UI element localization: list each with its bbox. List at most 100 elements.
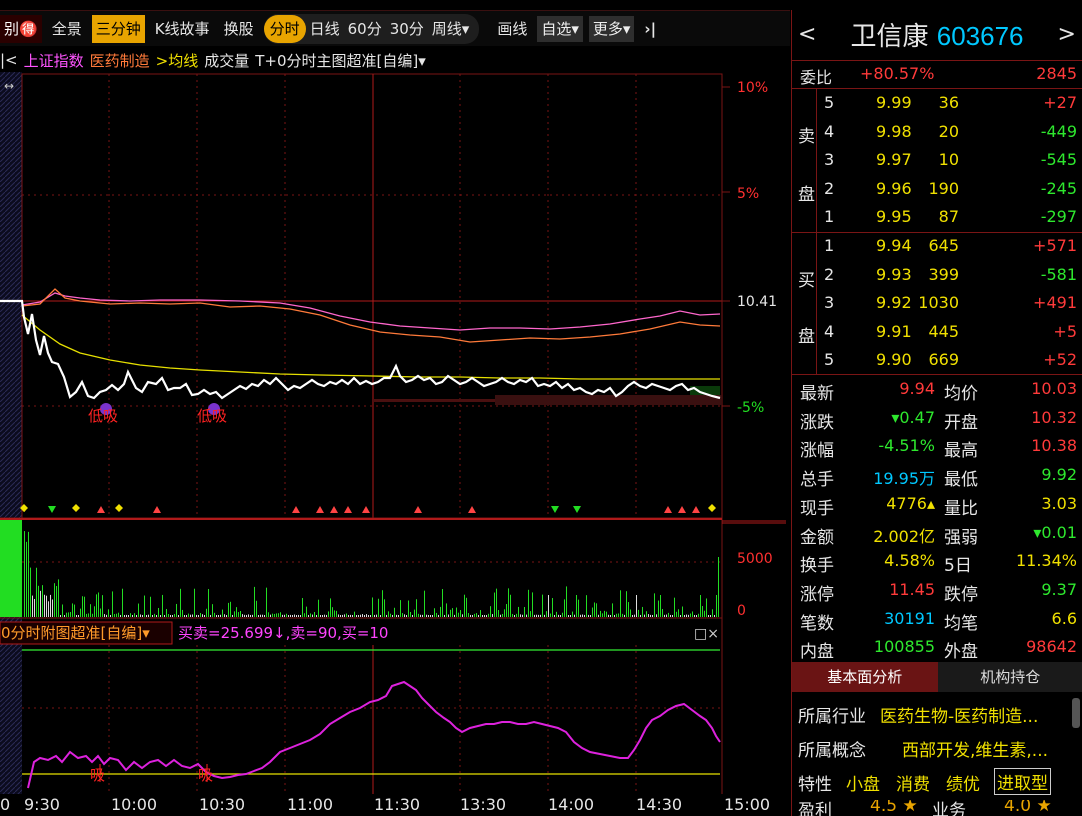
overlay-volume[interactable]: 成交量 <box>204 50 249 71</box>
overlay-sector[interactable]: 医药制造 <box>90 50 150 71</box>
buy-level-row[interactable]: 4 9.91 445 +5 <box>792 318 1082 347</box>
svg-text:15:00: 15:00 <box>724 795 770 814</box>
buy-level-row[interactable]: 2 9.93 399 -581 <box>792 261 1082 290</box>
buy-level-row[interactable]: 3 9.92 1030 +491 <box>792 289 1082 318</box>
sell-level-row[interactable]: 5 9.99 36 +27 <box>792 89 1082 118</box>
buy-level: 5 <box>824 350 835 370</box>
stat-value: 4776▴ <box>886 493 935 513</box>
sell-change: +27 <box>1043 93 1077 112</box>
buy-level: 3 <box>824 293 835 313</box>
stat-label: 量比 <box>944 498 978 519</box>
buy-level-row[interactable]: 5 9.90 669 +52 <box>792 346 1082 375</box>
time-axis: 0 9:30 10:00 10:30 11:00 11:30 13:30 14:… <box>0 795 770 814</box>
pink-index-line <box>21 292 721 331</box>
stat-label: 最新 <box>800 384 834 404</box>
sell-price: 9.96 <box>876 178 912 198</box>
stat-label: 5日 <box>944 556 972 577</box>
stock-name: 卫信康 <box>850 21 929 52</box>
stat-value: ▾0.47 <box>891 407 935 427</box>
stat-value: 2.002亿 <box>873 526 935 546</box>
sell-level: 5 <box>824 93 835 112</box>
tab-daily[interactable]: 日线 <box>306 15 344 43</box>
buy-change: +491 <box>1033 293 1077 313</box>
sell-level-row[interactable]: 4 9.98 20 -449 <box>792 118 1082 147</box>
sell-level: 3 <box>824 150 835 170</box>
buy-level: 1 <box>824 236 835 255</box>
sell-change: -245 <box>1040 178 1077 198</box>
sell-change: -545 <box>1040 150 1077 170</box>
overlay-bar: |< 上证指数 医药制造 >均线 成交量 T+0分时主图超准[自编]▾ <box>0 47 790 73</box>
period-group: 分时 日线 60分 30分 周线▾ <box>263 13 480 44</box>
quote-sidebar: < 卫信康 603676 > 委比 +80.57% 2845 5 9.99 36 +2… <box>791 10 1082 816</box>
sub-indicator-values: 买卖=25.699↓,卖=90,买=10 <box>178 624 388 642</box>
sell-volume: 87 <box>938 207 959 227</box>
tab-fundamentals[interactable]: 基本面分析 <box>792 662 938 692</box>
sub-panel-close-icon[interactable]: □× <box>694 626 719 642</box>
stat-label: 最高 <box>944 441 978 462</box>
svg-text:0: 0 <box>0 795 10 814</box>
tb-three-minutes[interactable]: 三分钟 <box>91 14 145 43</box>
overlay-index[interactable]: 上证指数 <box>24 50 84 71</box>
expand-arrow-icon[interactable]: ↔ <box>4 79 14 93</box>
stat-row: 总手 19.95万 最低 9.92 <box>792 461 1082 490</box>
stat-row: 金额 2.002亿 强弱 ▾0.01 <box>792 519 1082 548</box>
main-panel-grid <box>21 73 730 794</box>
tb-kline-story[interactable]: K线故事 <box>151 15 214 43</box>
axis-pct-down5: -5% <box>737 400 764 416</box>
main-indicator-dropdown[interactable]: T+0分时主图超准[自编]▾ <box>255 50 426 71</box>
tb-collapse-icon[interactable]: ›| <box>640 15 660 43</box>
stat-value: 11.45 <box>889 579 935 599</box>
overlay-ma[interactable]: >均线 <box>156 50 199 71</box>
tab-intraday[interactable]: 分时 <box>263 14 306 43</box>
traits-row: 特性 小盘 消费 绩优 进取型 <box>792 766 1082 798</box>
buy-change: +571 <box>1033 236 1077 255</box>
buy-volume: 645 <box>928 236 959 255</box>
stock-code: 603676 <box>936 20 1024 51</box>
tab-weekly[interactable]: 周线▾ <box>428 15 474 43</box>
tb-item-0[interactable]: 别🉐 <box>0 14 42 43</box>
sell-volume: 36 <box>938 93 959 112</box>
sell-price: 9.97 <box>876 150 912 170</box>
trait-aggressive: 进取型 <box>994 768 1051 795</box>
stat-label: 均笔 <box>944 613 978 634</box>
buy-level-row[interactable]: 1 9.94 645 +571 <box>792 232 1082 261</box>
stat-label: 涨跌 <box>800 412 834 433</box>
sell-level-row[interactable]: 1 9.95 87 -297 <box>792 203 1082 232</box>
svg-text:13:30: 13:30 <box>460 795 506 814</box>
tb-watchlist-dropdown[interactable]: 自选▾ <box>537 15 583 42</box>
svg-text:14:30: 14:30 <box>636 795 682 814</box>
rating-profit-value: 4.5 ★ <box>870 800 918 816</box>
ratio-label: 委比 <box>800 68 833 87</box>
sub-indicator-dropdown[interactable]: 0分时附图超准[自编]▾ <box>1 624 150 642</box>
prev-stock-icon[interactable]: < <box>798 22 816 47</box>
tb-switch-stock[interactable]: 换股 <box>220 15 258 43</box>
tb-more-dropdown[interactable]: 更多▾ <box>588 15 635 42</box>
rating-row: 盈利 4.5 ★ 业务 4.0 ★ <box>792 800 1082 816</box>
stat-label: 跌停 <box>944 584 978 605</box>
tab-institutions[interactable]: 机构持仓 <box>937 662 1082 692</box>
sell-level-row[interactable]: 2 9.96 190 -245 <box>792 175 1082 204</box>
industry-row: 所属行业 医药生物-医药制造... <box>792 698 1082 730</box>
tb-draw-line[interactable]: 画线 <box>493 15 531 43</box>
rating-business-value: 4.0 ★ <box>1004 800 1052 816</box>
next-stock-icon[interactable]: > <box>1058 22 1076 47</box>
sub-buy-label-1: 吸 <box>90 766 105 784</box>
sub-buy-label-2: 吸 <box>198 766 213 784</box>
nav-first-icon[interactable]: |< <box>0 51 18 69</box>
stat-label: 内盘 <box>800 642 834 663</box>
chart-area[interactable]: ↔ 10% 5% 10.41 -5% 低吸 低吸 5000 0 0分时附图超准[… <box>0 72 790 816</box>
industry-value[interactable]: 医药生物-医药制造... <box>880 702 1038 727</box>
stat-row: 涨跌 ▾0.47 开盘 10.32 <box>792 404 1082 433</box>
axis-pct-up5: 5% <box>737 186 759 202</box>
sell-volume: 20 <box>938 121 959 141</box>
sell-level-row[interactable]: 3 9.97 10 -545 <box>792 146 1082 175</box>
svg-text:11:00: 11:00 <box>287 795 333 814</box>
tab-30min[interactable]: 30分 <box>386 15 428 43</box>
sidebar-scrollbar[interactable] <box>1072 698 1080 728</box>
concept-value[interactable]: 西部开发,维生素,... <box>902 736 1048 761</box>
buy-label-top: 买 <box>798 271 815 291</box>
tb-panorama[interactable]: 全景 <box>48 15 86 43</box>
ratio-pct: +80.57% <box>860 64 935 83</box>
analysis-tabs: 基本面分析 机构持仓 <box>792 662 1082 692</box>
tab-60min[interactable]: 60分 <box>344 15 386 43</box>
